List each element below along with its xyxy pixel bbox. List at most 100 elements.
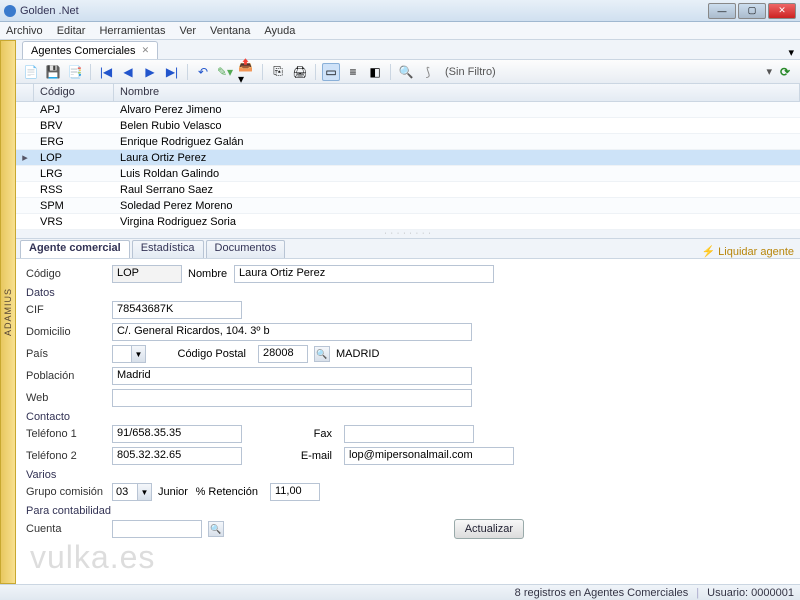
search-icon[interactable]: 🔍	[397, 63, 415, 81]
tab-agente-comercial[interactable]: Agente comercial	[20, 240, 130, 258]
grid-header-nombre[interactable]: Nombre	[114, 84, 800, 101]
cell-codigo: VRS	[34, 216, 114, 228]
document-tabs: Agentes Comerciales ✕ ▾	[16, 40, 800, 60]
undo-icon[interactable]: ↶	[194, 63, 212, 81]
table-row[interactable]: RSSRaul Serrano Saez	[16, 182, 800, 198]
splitter[interactable]: · · · · · · · ·	[16, 230, 800, 238]
tel1-field[interactable]: 91/658.35.35	[112, 425, 242, 443]
pais-combo[interactable]: ▼	[112, 345, 146, 363]
table-row[interactable]: ▸LOPLaura Ortiz Perez	[16, 150, 800, 166]
table-row[interactable]: SPMSoledad Perez Moreno	[16, 198, 800, 214]
label-nombre: Nombre	[188, 268, 228, 280]
label-grupo: Grupo comisión	[26, 486, 106, 498]
grid-header-marker[interactable]	[16, 84, 34, 101]
lightning-icon: ⚡	[701, 245, 715, 258]
cell-codigo: RSS	[34, 184, 114, 196]
status-records: 8 registros en Agentes Comerciales	[515, 587, 689, 599]
status-user: Usuario: 0000001	[707, 587, 794, 599]
filter-dropdown-icon[interactable]: ▾	[766, 65, 772, 78]
table-row[interactable]: VRSVirgina Rodriguez Soria	[16, 214, 800, 230]
tab-documentos[interactable]: Documentos	[206, 240, 286, 258]
cell-nombre: Alvaro Perez Jimeno	[114, 104, 800, 116]
label-poblacion: Población	[26, 370, 106, 382]
maximize-button[interactable]: ▢	[738, 3, 766, 19]
table-row[interactable]: LRGLuis Roldan Galindo	[16, 166, 800, 182]
menu-ver[interactable]: Ver	[179, 25, 196, 37]
save-icon[interactable]: 💾	[44, 63, 62, 81]
email-field[interactable]: lop@mipersonalmail.com	[344, 447, 514, 465]
actualizar-button[interactable]: Actualizar	[454, 519, 524, 539]
next-icon[interactable]: ▶	[141, 63, 159, 81]
label-codigo: Código	[26, 268, 106, 280]
domicilio-field[interactable]: C/. General Ricardos, 104. 3º b	[112, 323, 472, 341]
tab-overflow-icon[interactable]: ▾	[782, 46, 800, 59]
view-form-icon[interactable]: ▭	[322, 63, 340, 81]
cell-nombre: Enrique Rodriguez Galán	[114, 136, 800, 148]
chevron-down-icon: ▼	[131, 346, 145, 362]
save-all-icon[interactable]: 📑	[66, 63, 84, 81]
label-tel1: Teléfono 1	[26, 428, 106, 440]
cell-codigo: ERG	[34, 136, 114, 148]
cuenta-lookup-icon[interactable]: 🔍	[208, 521, 224, 537]
new-icon[interactable]: 📄	[22, 63, 40, 81]
grupo-combo[interactable]: 03▼	[112, 483, 152, 501]
last-icon[interactable]: ▶|	[163, 63, 181, 81]
group-datos: Datos	[26, 287, 790, 299]
label-cif: CIF	[26, 304, 106, 316]
cif-field[interactable]: 78543687K	[112, 301, 242, 319]
app-icon	[4, 5, 16, 17]
filter-label[interactable]: (Sin Filtro)	[445, 66, 496, 78]
grupo-desc: Junior	[158, 486, 188, 498]
label-cuenta: Cuenta	[26, 523, 106, 535]
cell-nombre: Luis Roldan Galindo	[114, 168, 800, 180]
label-email: E-mail	[248, 450, 338, 462]
menu-editar[interactable]: Editar	[57, 25, 86, 37]
title-bar: Golden .Net — ▢ ✕	[0, 0, 800, 22]
label-retencion: % Retención	[194, 486, 264, 498]
grid-header-codigo[interactable]: Código	[34, 84, 114, 101]
table-row[interactable]: BRVBelen Rubio Velasco	[16, 118, 800, 134]
brush-icon[interactable]: ✎▾	[216, 63, 234, 81]
filter-icon[interactable]: ⟆	[419, 63, 437, 81]
cell-nombre: Soledad Perez Moreno	[114, 200, 800, 212]
first-icon[interactable]: |◀	[97, 63, 115, 81]
close-tab-icon[interactable]: ✕	[142, 45, 150, 56]
group-paracont: Para contabilidad	[26, 505, 790, 517]
menu-archivo[interactable]: Archivo	[6, 25, 43, 37]
table-row[interactable]: ERGEnrique Rodriguez Galán	[16, 134, 800, 150]
tel2-field[interactable]: 805.32.32.65	[112, 447, 242, 465]
menu-ventana[interactable]: Ventana	[210, 25, 250, 37]
cell-codigo: SPM	[34, 200, 114, 212]
label-cp: Código Postal	[152, 348, 252, 360]
fax-field[interactable]	[344, 425, 474, 443]
menu-bar: Archivo Editar Herramientas Ver Ventana …	[0, 22, 800, 40]
web-field[interactable]	[112, 389, 472, 407]
cp-field[interactable]: 28008	[258, 345, 308, 363]
status-bar: 8 registros en Agentes Comerciales | Usu…	[0, 584, 800, 600]
close-button[interactable]: ✕	[768, 3, 796, 19]
cell-nombre: Raul Serrano Saez	[114, 184, 800, 196]
view-split-icon[interactable]: ◧	[366, 63, 384, 81]
cp-ciudad-label: MADRID	[336, 348, 379, 360]
table-row[interactable]: APJAlvaro Perez Jimeno	[16, 102, 800, 118]
menu-ayuda[interactable]: Ayuda	[264, 25, 295, 37]
side-panel-tab[interactable]: ADAMIUS	[0, 40, 16, 584]
retencion-field[interactable]: 11,00	[270, 483, 320, 501]
minimize-button[interactable]: —	[708, 3, 736, 19]
nombre-field[interactable]: Laura Ortiz Perez	[234, 265, 494, 283]
cell-nombre: Belen Rubio Velasco	[114, 120, 800, 132]
refresh-icon[interactable]: ⟳	[776, 63, 794, 81]
liquidar-agente-link[interactable]: ⚡ Liquidar agente	[701, 245, 794, 258]
doc-tab-agentes[interactable]: Agentes Comerciales ✕	[22, 41, 158, 59]
print-icon[interactable]: 🖨	[291, 63, 309, 81]
cp-lookup-icon[interactable]: 🔍	[314, 346, 330, 362]
prev-icon[interactable]: ◀	[119, 63, 137, 81]
copy-icon[interactable]: ⎘	[269, 63, 287, 81]
export-icon[interactable]: 📤▾	[238, 63, 256, 81]
menu-herramientas[interactable]: Herramientas	[99, 25, 165, 37]
tab-estadistica[interactable]: Estadística	[132, 240, 204, 258]
poblacion-field[interactable]: Madrid	[112, 367, 472, 385]
cuenta-field[interactable]	[112, 520, 202, 538]
view-list-icon[interactable]: ≡	[344, 63, 362, 81]
cell-nombre: Virgina Rodriguez Soria	[114, 216, 800, 228]
